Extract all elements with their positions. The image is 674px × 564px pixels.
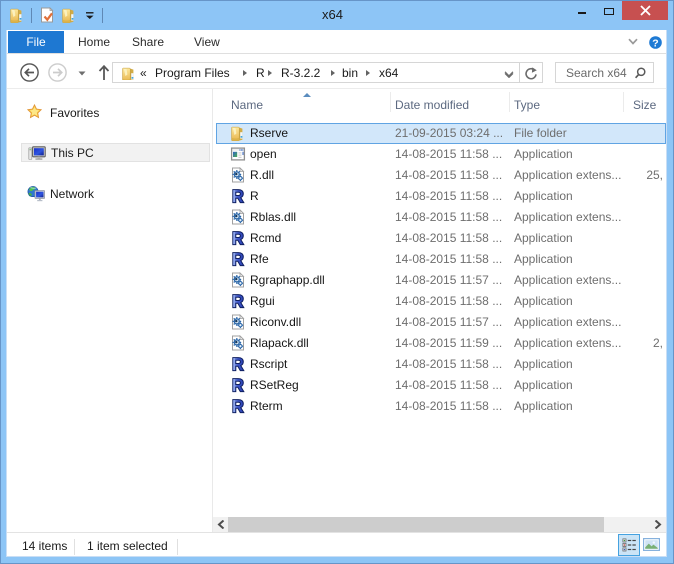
svg-text:?: ? xyxy=(652,37,658,49)
